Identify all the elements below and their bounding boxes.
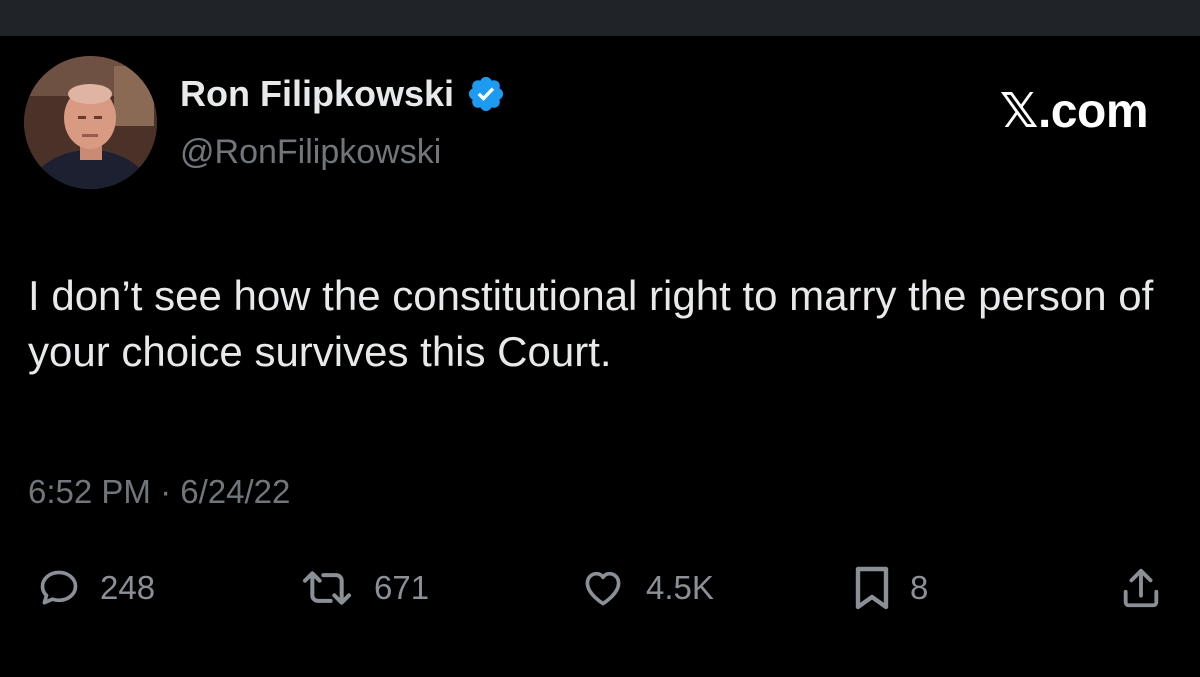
author-handle[interactable]: @RonFilipkowski (180, 130, 441, 174)
like-count: 4.5K (646, 569, 714, 606)
avatar[interactable] (24, 56, 157, 189)
like-button[interactable]: 4.5K (578, 566, 714, 610)
share-button[interactable] (1118, 566, 1164, 610)
tweet-text: I don’t see how the constitutional right… (28, 272, 1154, 375)
bookmark-button[interactable]: 8 (852, 566, 928, 610)
author-name-row[interactable]: Ron Filipkowski (180, 72, 506, 116)
bookmark-icon (855, 566, 889, 610)
avatar-photo (24, 56, 157, 189)
brand-watermark: 𝕏.com (999, 85, 1149, 138)
author-display-name[interactable]: Ron Filipkowski (180, 72, 454, 116)
retweet-button[interactable]: 671 (298, 566, 429, 610)
bookmark-count: 8 (910, 569, 929, 606)
reply-count: 248 (100, 569, 156, 606)
verified-badge-icon (468, 76, 504, 112)
reply-button[interactable]: 248 (36, 566, 155, 610)
heart-icon (585, 571, 621, 606)
retweet-count: 671 (374, 569, 430, 606)
reply-icon (40, 570, 78, 605)
retweet-icon (302, 571, 352, 605)
tweet-timestamp[interactable]: 6:52 PM · 6/24/22 (28, 470, 290, 514)
top-bar (0, 0, 1200, 36)
share-icon (1123, 568, 1159, 608)
